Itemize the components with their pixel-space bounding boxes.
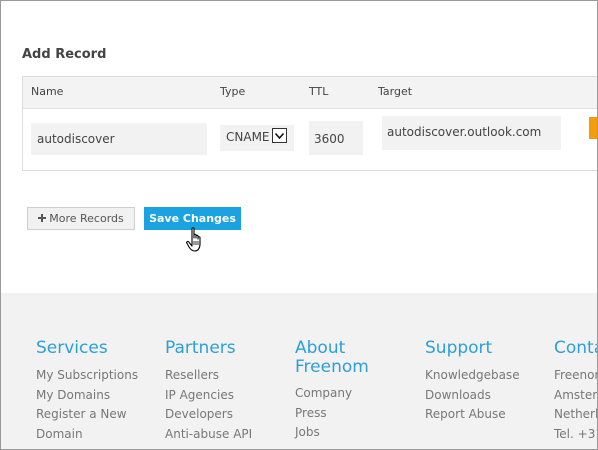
hand-cursor-icon — [186, 227, 206, 257]
footer-contact-line: Freenor — [554, 368, 598, 382]
site-footer: Services My Subscriptions My Domains Reg… — [1, 293, 598, 449]
type-select-value: CNAME — [226, 130, 270, 144]
footer-contact-line: Tel. +31 — [554, 426, 597, 441]
footer-link[interactable]: Report Abuse — [425, 405, 520, 425]
footer-about-title-line2: Freenom — [295, 357, 369, 377]
plus-icon — [38, 212, 47, 225]
footer-link[interactable]: Company — [295, 384, 369, 404]
page-frame: Add Record Name Type TTL Target autodisc… — [0, 0, 598, 450]
more-records-label: More Records — [49, 212, 124, 225]
footer-support: Support Knowledgebase Downloads Report A… — [425, 339, 520, 425]
footer-link[interactable]: IP Agencies — [165, 386, 252, 406]
footer-partners: Partners Resellers IP Agencies Developer… — [165, 339, 252, 444]
footer-link[interactable]: Downloads — [425, 386, 520, 406]
table-header: Name Type TTL Target — [23, 77, 597, 109]
footer-link[interactable]: Register a New — [36, 405, 138, 425]
footer-link[interactable]: Knowledgebase — [425, 366, 520, 386]
footer-services-title: Services — [36, 338, 108, 358]
footer-about: About Freenom Company Press Jobs — [295, 339, 369, 443]
type-select[interactable]: CNAME — [220, 125, 294, 151]
name-input[interactable]: autodiscover — [31, 123, 207, 155]
footer-partners-title: Partners — [165, 338, 236, 358]
footer-link[interactable]: Developers — [165, 405, 252, 425]
footer-about-title: About Freenom — [295, 339, 369, 377]
footer-support-title: Support — [425, 338, 493, 358]
ttl-input[interactable]: 3600 — [309, 121, 363, 155]
footer-link[interactable]: My Subscriptions — [36, 366, 138, 386]
footer-link[interactable]: My Domains — [36, 386, 138, 406]
footer-link[interactable]: Jobs — [295, 423, 369, 443]
footer-link[interactable]: Domain — [36, 425, 138, 445]
footer-link[interactable]: Press — [295, 404, 369, 424]
header-ttl: TTL — [309, 85, 329, 98]
header-type: Type — [220, 85, 246, 98]
more-records-button[interactable]: More Records — [27, 207, 135, 230]
footer-contact-line: Netherl — [554, 407, 598, 421]
footer-contact-title: Conta — [554, 338, 597, 358]
footer-link[interactable]: Resellers — [165, 366, 252, 386]
record-action-button[interactable] — [589, 117, 597, 139]
record-table: Name Type TTL Target autodiscover CNAME … — [22, 76, 597, 171]
target-input[interactable]: autodiscover.outlook.com — [382, 116, 561, 150]
header-target: Target — [378, 85, 413, 98]
add-record-title: Add Record — [22, 47, 107, 62]
footer-about-title-line1: About — [295, 338, 346, 358]
footer-services: Services My Subscriptions My Domains Reg… — [36, 339, 138, 444]
footer-contact: Conta Freenor Amsterc Netherl Tel. +31 — [554, 338, 598, 444]
dropdown-arrow-icon[interactable] — [272, 128, 287, 143]
header-name: Name — [31, 85, 64, 98]
footer-link[interactable]: Anti-abuse API — [165, 425, 252, 445]
footer-contact-line: Amsterc — [554, 387, 597, 402]
